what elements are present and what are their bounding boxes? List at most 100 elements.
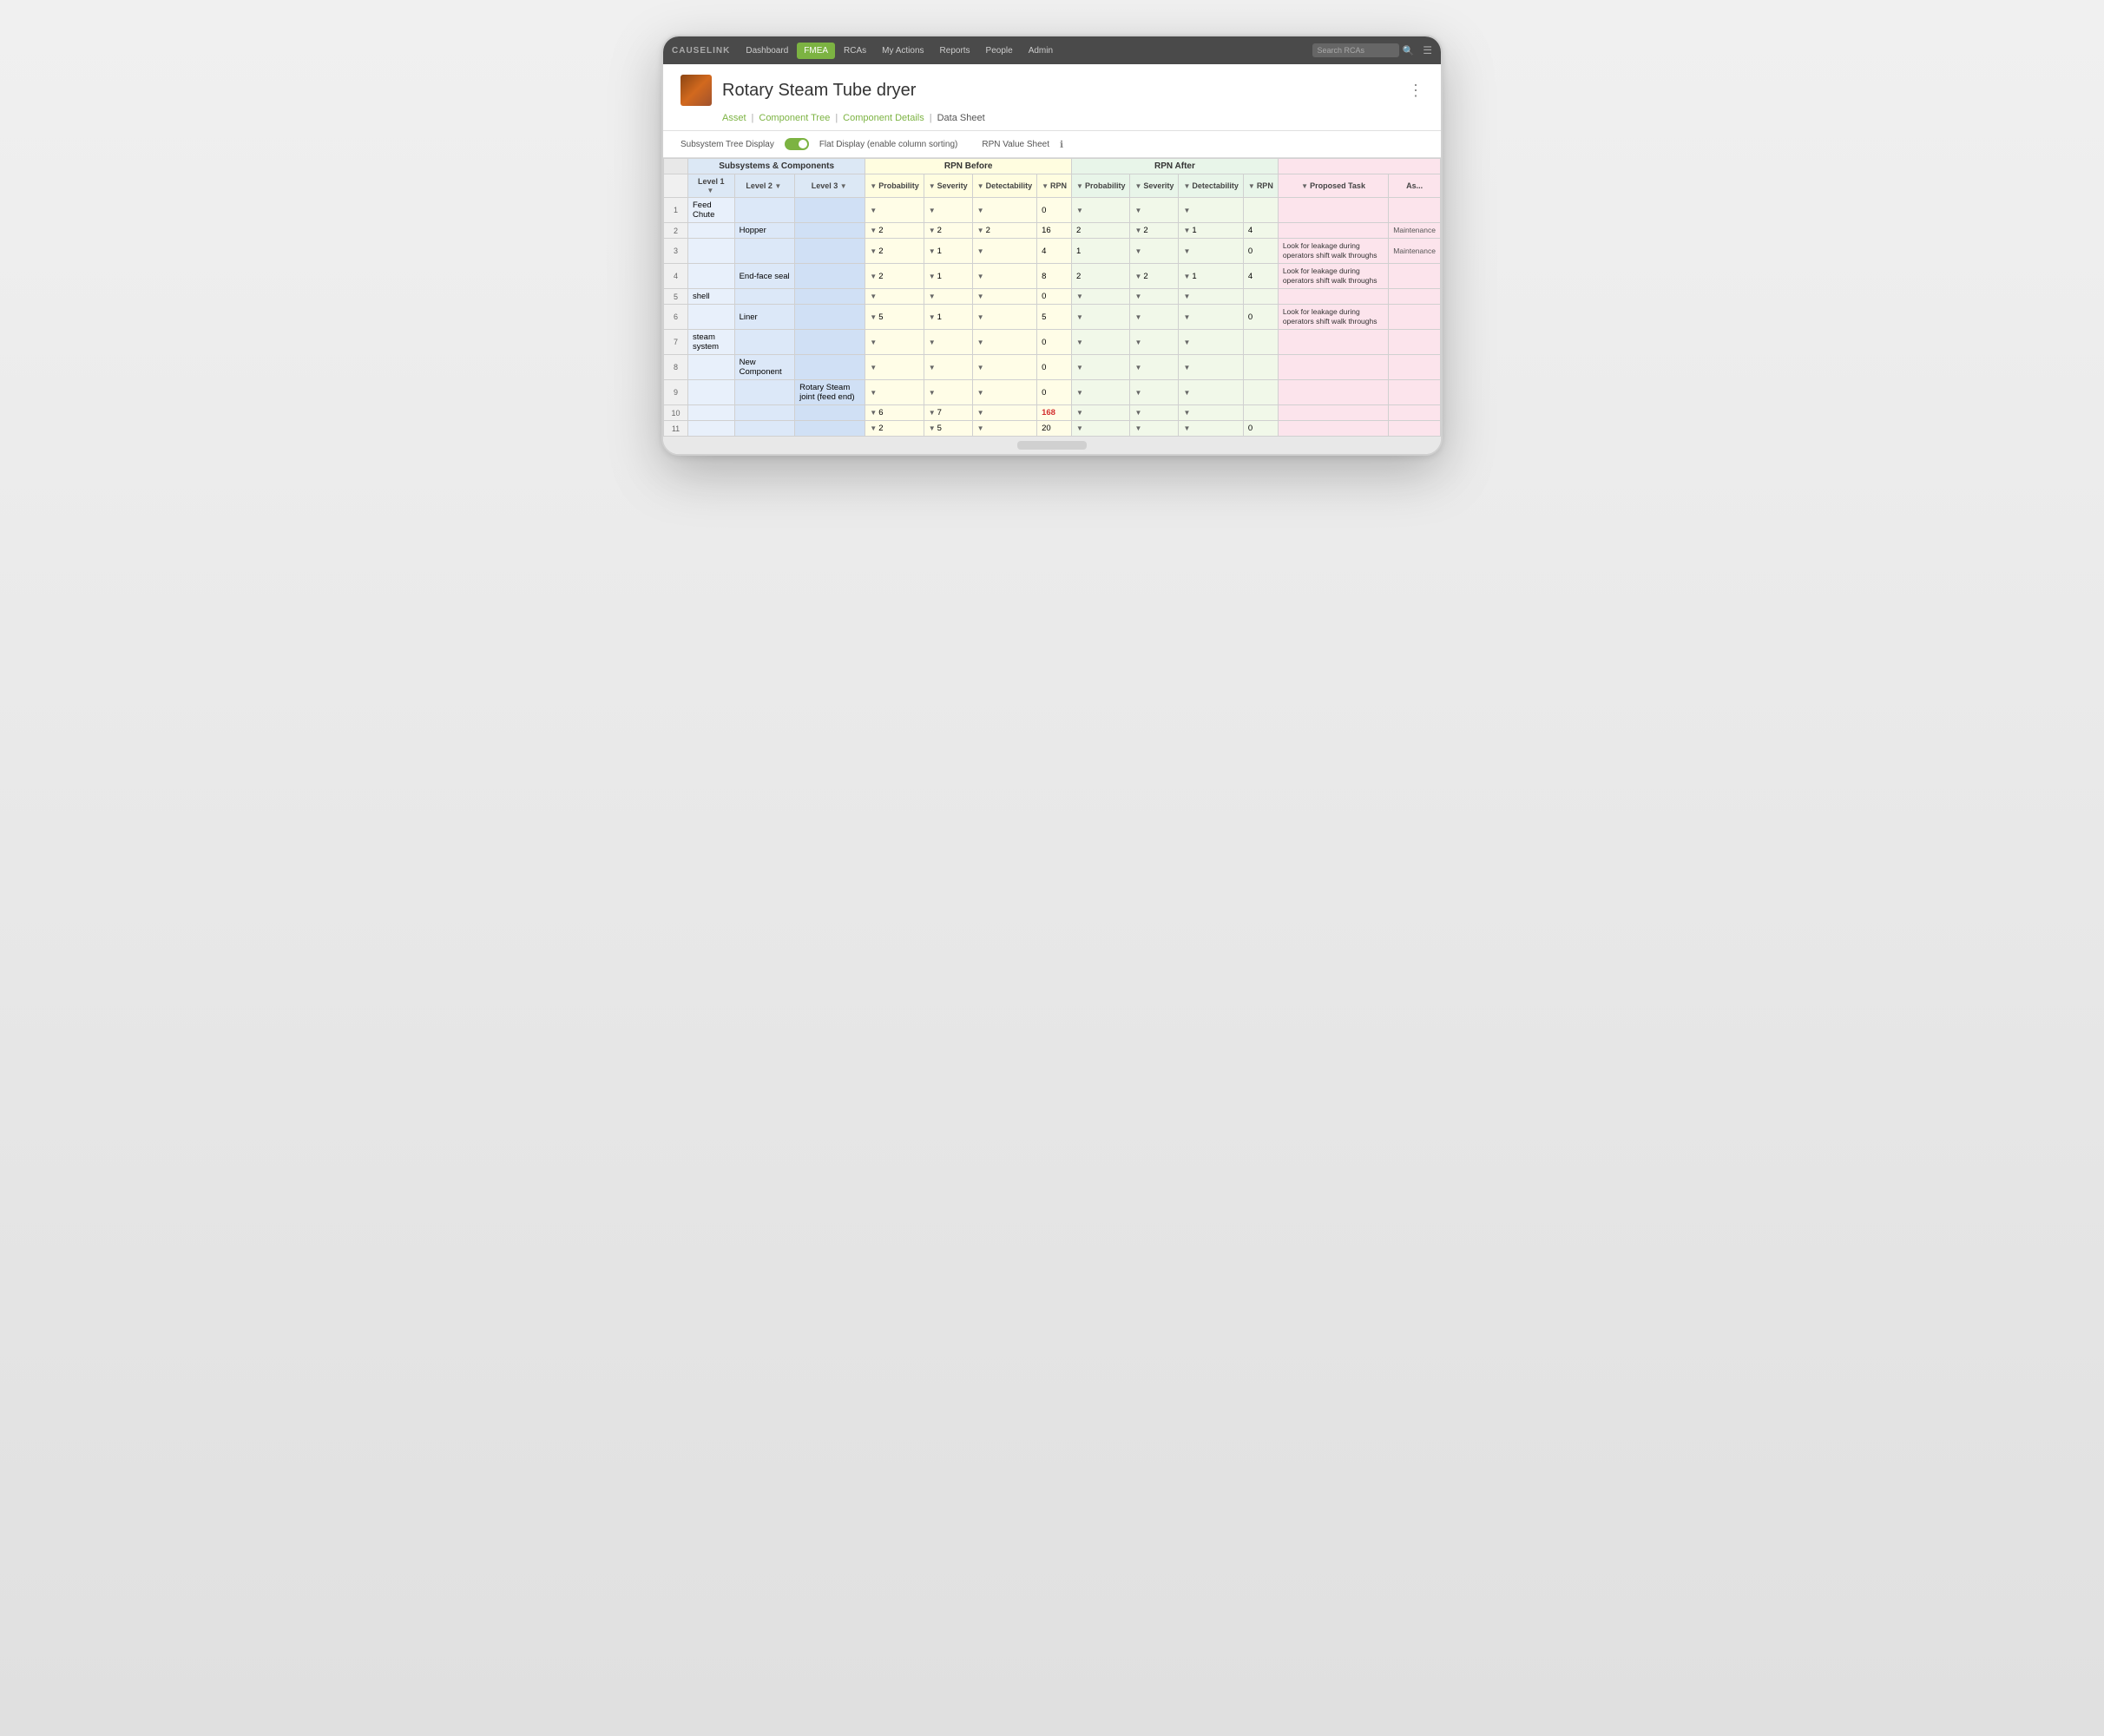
level2-cell[interactable] [734, 330, 795, 355]
prob-before-cell[interactable]: ▼ [865, 198, 924, 223]
sev-before-cell[interactable]: ▼ [924, 355, 972, 380]
nav-reports[interactable]: Reports [933, 43, 977, 59]
det-after-cell[interactable]: ▼ [1179, 330, 1243, 355]
det-before-cell[interactable]: ▼ [972, 355, 1036, 380]
prob-after-header[interactable]: ▼Probability [1072, 174, 1130, 198]
det-before-header[interactable]: ▼Detectability [972, 174, 1036, 198]
rpn-before-subheader[interactable]: ▼RPN [1037, 174, 1072, 198]
assigned-cell[interactable] [1389, 198, 1441, 223]
subsystem-toggle[interactable] [785, 138, 809, 150]
search-icon[interactable]: 🔍 [1403, 45, 1415, 56]
det-after-cell[interactable]: ▼1 [1179, 264, 1243, 289]
level1-cell[interactable] [688, 223, 735, 239]
prob-after-cell[interactable]: ▼ [1072, 421, 1130, 437]
level1-cell[interactable] [688, 239, 735, 264]
level3-cell[interactable] [795, 239, 865, 264]
proposed-task-header[interactable]: ▼Proposed Task [1278, 174, 1388, 198]
rpn-after-subheader[interactable]: ▼RPN [1243, 174, 1278, 198]
level1-cell[interactable] [688, 405, 735, 421]
assigned-cell[interactable] [1389, 380, 1441, 405]
nav-dashboard[interactable]: Dashboard [739, 43, 795, 59]
proposed-cell[interactable] [1278, 289, 1388, 305]
det-after-cell[interactable]: ▼ [1179, 421, 1243, 437]
proposed-cell[interactable] [1278, 421, 1388, 437]
det-after-cell[interactable]: ▼ [1179, 289, 1243, 305]
header-menu-icon[interactable]: ⋮ [1408, 82, 1423, 100]
det-before-cell[interactable]: ▼2 [972, 223, 1036, 239]
prob-after-cell[interactable]: ▼ [1072, 289, 1130, 305]
det-before-cell[interactable]: ▼ [972, 405, 1036, 421]
sev-before-cell[interactable]: ▼ [924, 198, 972, 223]
nav-admin[interactable]: Admin [1022, 43, 1060, 59]
sev-after-cell[interactable]: ▼ [1130, 239, 1179, 264]
det-after-cell[interactable]: ▼ [1179, 239, 1243, 264]
breadcrumb-component-tree[interactable]: Component Tree [759, 113, 830, 130]
proposed-cell[interactable]: Look for leakage during operators shift … [1278, 305, 1388, 330]
breadcrumb-data-sheet[interactable]: Data Sheet [937, 113, 985, 130]
det-after-cell[interactable]: ▼ [1179, 380, 1243, 405]
assigned-cell[interactable] [1389, 330, 1441, 355]
det-before-cell[interactable]: ▼ [972, 264, 1036, 289]
proposed-cell[interactable]: Look for leakage during operators shift … [1278, 239, 1388, 264]
sev-after-header[interactable]: ▼Severity [1130, 174, 1179, 198]
det-before-cell[interactable]: ▼ [972, 198, 1036, 223]
level2-cell[interactable] [734, 239, 795, 264]
prob-before-cell[interactable]: ▼2 [865, 239, 924, 264]
level3-cell[interactable] [795, 330, 865, 355]
level3-cell[interactable] [795, 223, 865, 239]
sev-after-cell[interactable]: ▼ [1130, 289, 1179, 305]
prob-after-cell[interactable]: ▼ [1072, 330, 1130, 355]
sev-before-cell[interactable]: ▼ [924, 330, 972, 355]
level3-header[interactable]: Level 3 ▼ [795, 174, 865, 198]
sev-before-cell[interactable]: ▼ [924, 380, 972, 405]
assigned-cell[interactable]: Maintenance [1389, 223, 1441, 239]
prob-after-cell[interactable]: ▼ [1072, 355, 1130, 380]
assigned-cell[interactable] [1389, 264, 1441, 289]
sev-before-cell[interactable]: ▼7 [924, 405, 972, 421]
assigned-cell[interactable] [1389, 355, 1441, 380]
det-after-cell[interactable]: ▼ [1179, 198, 1243, 223]
search-input[interactable] [1312, 43, 1399, 57]
level1-header[interactable]: Level 1 ▼ [688, 174, 735, 198]
level2-cell[interactable] [734, 198, 795, 223]
level1-cell[interactable]: shell [688, 289, 735, 305]
level1-cell[interactable] [688, 305, 735, 330]
level1-cell[interactable]: Feed Chute [688, 198, 735, 223]
level2-cell[interactable] [734, 405, 795, 421]
sev-after-cell[interactable]: ▼2 [1130, 223, 1179, 239]
prob-before-cell[interactable]: ▼5 [865, 305, 924, 330]
prob-before-cell[interactable]: ▼2 [865, 421, 924, 437]
prob-before-cell[interactable]: ▼ [865, 330, 924, 355]
prob-after-cell[interactable]: 1 [1072, 239, 1130, 264]
level2-cell[interactable]: Hopper [734, 223, 795, 239]
proposed-cell[interactable] [1278, 330, 1388, 355]
level3-cell[interactable]: Rotary Steam joint (feed end) [795, 380, 865, 405]
det-before-cell[interactable]: ▼ [972, 289, 1036, 305]
level2-cell[interactable]: Liner [734, 305, 795, 330]
prob-after-cell[interactable]: 2 [1072, 223, 1130, 239]
level1-cell[interactable] [688, 421, 735, 437]
prob-after-cell[interactable]: ▼ [1072, 380, 1130, 405]
sev-after-cell[interactable]: ▼ [1130, 355, 1179, 380]
proposed-cell[interactable]: Look for leakage during operators shift … [1278, 264, 1388, 289]
level3-cell[interactable] [795, 421, 865, 437]
assigned-cell[interactable]: Maintenance [1389, 239, 1441, 264]
sev-after-cell[interactable]: ▼ [1130, 380, 1179, 405]
level1-cell[interactable]: steam system [688, 330, 735, 355]
sev-before-cell[interactable]: ▼ [924, 289, 972, 305]
level3-cell[interactable] [795, 405, 865, 421]
proposed-cell[interactable] [1278, 405, 1388, 421]
level2-cell[interactable] [734, 421, 795, 437]
sev-after-cell[interactable]: ▼2 [1130, 264, 1179, 289]
sev-after-cell[interactable]: ▼ [1130, 405, 1179, 421]
det-after-cell[interactable]: ▼ [1179, 355, 1243, 380]
proposed-cell[interactable] [1278, 223, 1388, 239]
sev-before-cell[interactable]: ▼1 [924, 305, 972, 330]
sev-after-cell[interactable]: ▼ [1130, 330, 1179, 355]
assigned-header[interactable]: As... [1389, 174, 1441, 198]
proposed-cell[interactable] [1278, 380, 1388, 405]
prob-after-cell[interactable]: ▼ [1072, 405, 1130, 421]
nav-rcas[interactable]: RCAs [837, 43, 873, 59]
level3-cell[interactable] [795, 198, 865, 223]
prob-before-cell[interactable]: ▼ [865, 380, 924, 405]
